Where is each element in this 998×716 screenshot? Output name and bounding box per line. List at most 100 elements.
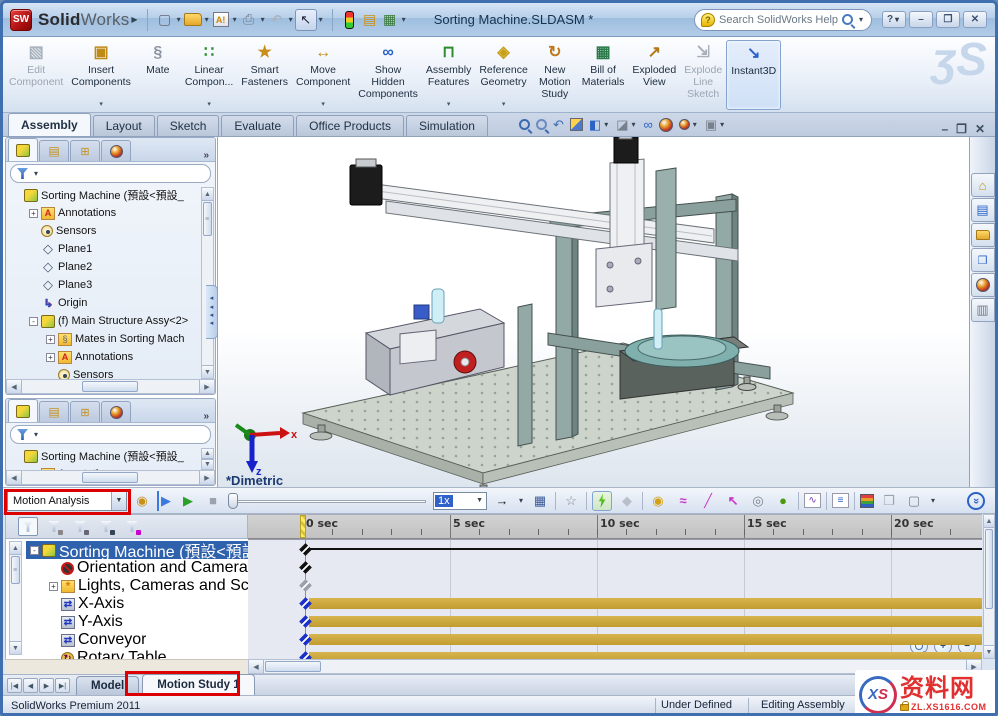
contact-icon[interactable]: ◎ xyxy=(748,491,768,511)
prev-tab-button[interactable]: ◀ xyxy=(23,678,38,693)
command-button[interactable]: Bill of Materials ▾ xyxy=(578,40,629,110)
study-type-select[interactable]: Motion Analysis ▼ xyxy=(7,490,127,511)
scroll-up-button[interactable]: ▲ xyxy=(10,542,21,555)
command-button[interactable]: Exploded View ▾ xyxy=(628,40,680,110)
scroll-thumb[interactable] xyxy=(82,472,138,483)
feature-tree-item[interactable]: Origin xyxy=(6,294,215,312)
command-button[interactable]: Move Component ▾ xyxy=(292,40,354,110)
feature-tree-item[interactable]: + Annotations xyxy=(6,348,215,366)
close-button[interactable]: ✕ xyxy=(963,11,987,28)
feature-tree-item[interactable]: - (f) Main Structure Assy<2> xyxy=(6,312,215,330)
add-key-icon[interactable]: ◆ xyxy=(617,491,637,511)
command-button[interactable]: Mate ▾ xyxy=(135,40,181,110)
tab-propertymanager[interactable]: ▤ xyxy=(39,140,69,161)
ribbon-tab[interactable]: Sketch xyxy=(156,115,220,136)
fm-tabs-overflow[interactable]: » xyxy=(203,150,215,161)
command-dropdown-arrow[interactable]: ▾ xyxy=(321,101,325,110)
scroll-down-button[interactable]: ▼ xyxy=(10,641,21,654)
undo-icon[interactable]: ↶ xyxy=(267,10,287,30)
force-icon[interactable]: ↖ xyxy=(723,491,743,511)
assembly-model[interactable] xyxy=(218,137,969,487)
view-palette-icon[interactable]: ❒ xyxy=(970,248,995,272)
playback-speed-select[interactable]: 1x ▼ xyxy=(433,491,487,510)
command-button[interactable]: Show Hidden Components ▾ xyxy=(354,40,422,110)
help-button[interactable]: ? ▾ xyxy=(882,11,906,28)
scroll-thumb[interactable] xyxy=(265,661,321,672)
simulation-results-icon[interactable]: ❒ xyxy=(879,491,899,511)
rebuild-icon[interactable] xyxy=(340,10,360,30)
timeline-duration-bar[interactable] xyxy=(309,616,982,627)
custom-properties-icon[interactable]: ▥ xyxy=(970,298,995,322)
timeline-ruler[interactable]: 0 sec 5 sec 10 sec 15 sec 20 sec xyxy=(248,514,982,539)
section-view-icon[interactable] xyxy=(569,118,583,131)
expand-toggle[interactable]: + xyxy=(49,581,58,591)
timebar-slider[interactable] xyxy=(228,492,428,509)
motion-tree-item[interactable]: Rotary Table xyxy=(26,649,248,659)
tab-featuremanager[interactable] xyxy=(8,399,38,422)
expand-toggle[interactable]: + xyxy=(46,334,55,344)
scroll-down-button[interactable]: ▼ xyxy=(984,645,994,658)
command-button[interactable]: Edit Component ▾ xyxy=(5,40,67,110)
feature-tree-item[interactable]: Sensors xyxy=(6,222,215,240)
animation-wizard-icon[interactable]: ☆ xyxy=(561,491,581,511)
play-from-start-icon[interactable]: ▶ xyxy=(157,490,173,511)
filter-animated-icon[interactable] xyxy=(44,517,64,536)
expand-toggle[interactable]: - xyxy=(29,316,38,326)
solidworks-resources-icon[interactable]: ⌂ xyxy=(970,173,995,197)
motion-tree-item[interactable]: - Sorting Machine (預設<預設_顯 xyxy=(26,541,248,561)
command-button[interactable]: Insert Components ▾ xyxy=(67,40,135,110)
tab-configurationmanager[interactable]: ⊞ xyxy=(70,401,100,422)
view-orientation-icon[interactable]: ◧ ▾ xyxy=(589,117,610,133)
open-document-icon[interactable] xyxy=(183,10,203,30)
motion-tree-item[interactable]: Y-Axis xyxy=(26,613,248,631)
filter-driving-icon[interactable] xyxy=(70,517,90,536)
scroll-left-button[interactable]: ◀ xyxy=(7,380,22,393)
graphics-viewport[interactable]: x z *Dimetric xyxy=(217,137,969,487)
command-button[interactable]: Reference Geometry ▾ xyxy=(475,40,531,110)
new-dropdown[interactable]: ▾ xyxy=(177,15,181,24)
filter-results-icon[interactable] xyxy=(122,517,142,536)
appearances-icon[interactable] xyxy=(970,273,995,297)
feature-tree-item[interactable]: + Annotations xyxy=(6,204,215,222)
doc-restore-icon[interactable]: ❐ xyxy=(956,122,967,136)
slider-thumb[interactable] xyxy=(228,492,238,509)
filter-dropdown[interactable]: ▾ xyxy=(34,430,38,439)
file-properties-icon[interactable]: ▤ xyxy=(360,10,380,30)
panel-collapse-handle[interactable]: ◂ ◂ ◂ ◂ xyxy=(206,285,218,339)
motion-study-tab[interactable]: Motion Study 1 xyxy=(142,674,255,695)
search-box[interactable]: ? Search SolidWorks Help ▾ xyxy=(694,8,872,31)
tree-filter-input[interactable]: ▾ xyxy=(10,425,211,444)
timeline-key-point[interactable] xyxy=(299,579,312,592)
timeline-key-point[interactable] xyxy=(299,543,312,556)
command-button[interactable]: Instant3D ▾ xyxy=(726,40,782,110)
search-dropdown[interactable]: ▾ xyxy=(859,15,863,24)
command-button[interactable]: Linear Compon... ▾ xyxy=(181,40,237,110)
copy-study-dropdown[interactable]: ▾ xyxy=(931,496,935,505)
expand-toggle[interactable]: + xyxy=(46,352,55,362)
design-library-icon[interactable]: ▤ xyxy=(970,198,995,222)
options-list-icon[interactable]: ▦ xyxy=(380,10,400,30)
feature-tree-item[interactable]: Sorting Machine (預設<預設_ xyxy=(6,447,215,465)
scroll-left-button[interactable]: ◀ xyxy=(249,660,264,673)
results-plots-icon[interactable]: ∿ xyxy=(804,493,822,508)
search-icon[interactable] xyxy=(841,14,853,25)
play-icon[interactable]: ▶ xyxy=(178,491,198,511)
command-dropdown-arrow[interactable]: ▾ xyxy=(207,101,211,110)
file-explorer-icon[interactable] xyxy=(970,223,995,247)
copy-study-icon[interactable]: ▢ xyxy=(904,491,924,511)
motor-icon[interactable]: ◉ xyxy=(648,491,668,511)
view-settings-icon[interactable]: ▣ ▾ xyxy=(705,117,726,133)
tab-appearancemanager[interactable] xyxy=(101,401,131,422)
scroll-thumb[interactable]: ≡ xyxy=(11,556,20,584)
model-tab[interactable]: Model xyxy=(76,676,140,695)
timeline-duration-bar[interactable] xyxy=(309,598,982,609)
scroll-right-button[interactable]: ▶ xyxy=(199,471,214,484)
feature-tree-item[interactable]: Plane1 xyxy=(6,240,215,258)
make-drawing-dropdown[interactable]: ▾ xyxy=(233,15,237,24)
damper-icon[interactable]: ╱ xyxy=(698,491,718,511)
gravity-icon[interactable]: ● xyxy=(773,491,793,511)
command-dropdown-arrow[interactable]: ▾ xyxy=(502,101,506,110)
scroll-thumb[interactable]: ≡ xyxy=(203,202,212,236)
filter-none-icon[interactable] xyxy=(18,517,38,536)
save-animation-icon[interactable]: ▦ xyxy=(530,491,550,511)
